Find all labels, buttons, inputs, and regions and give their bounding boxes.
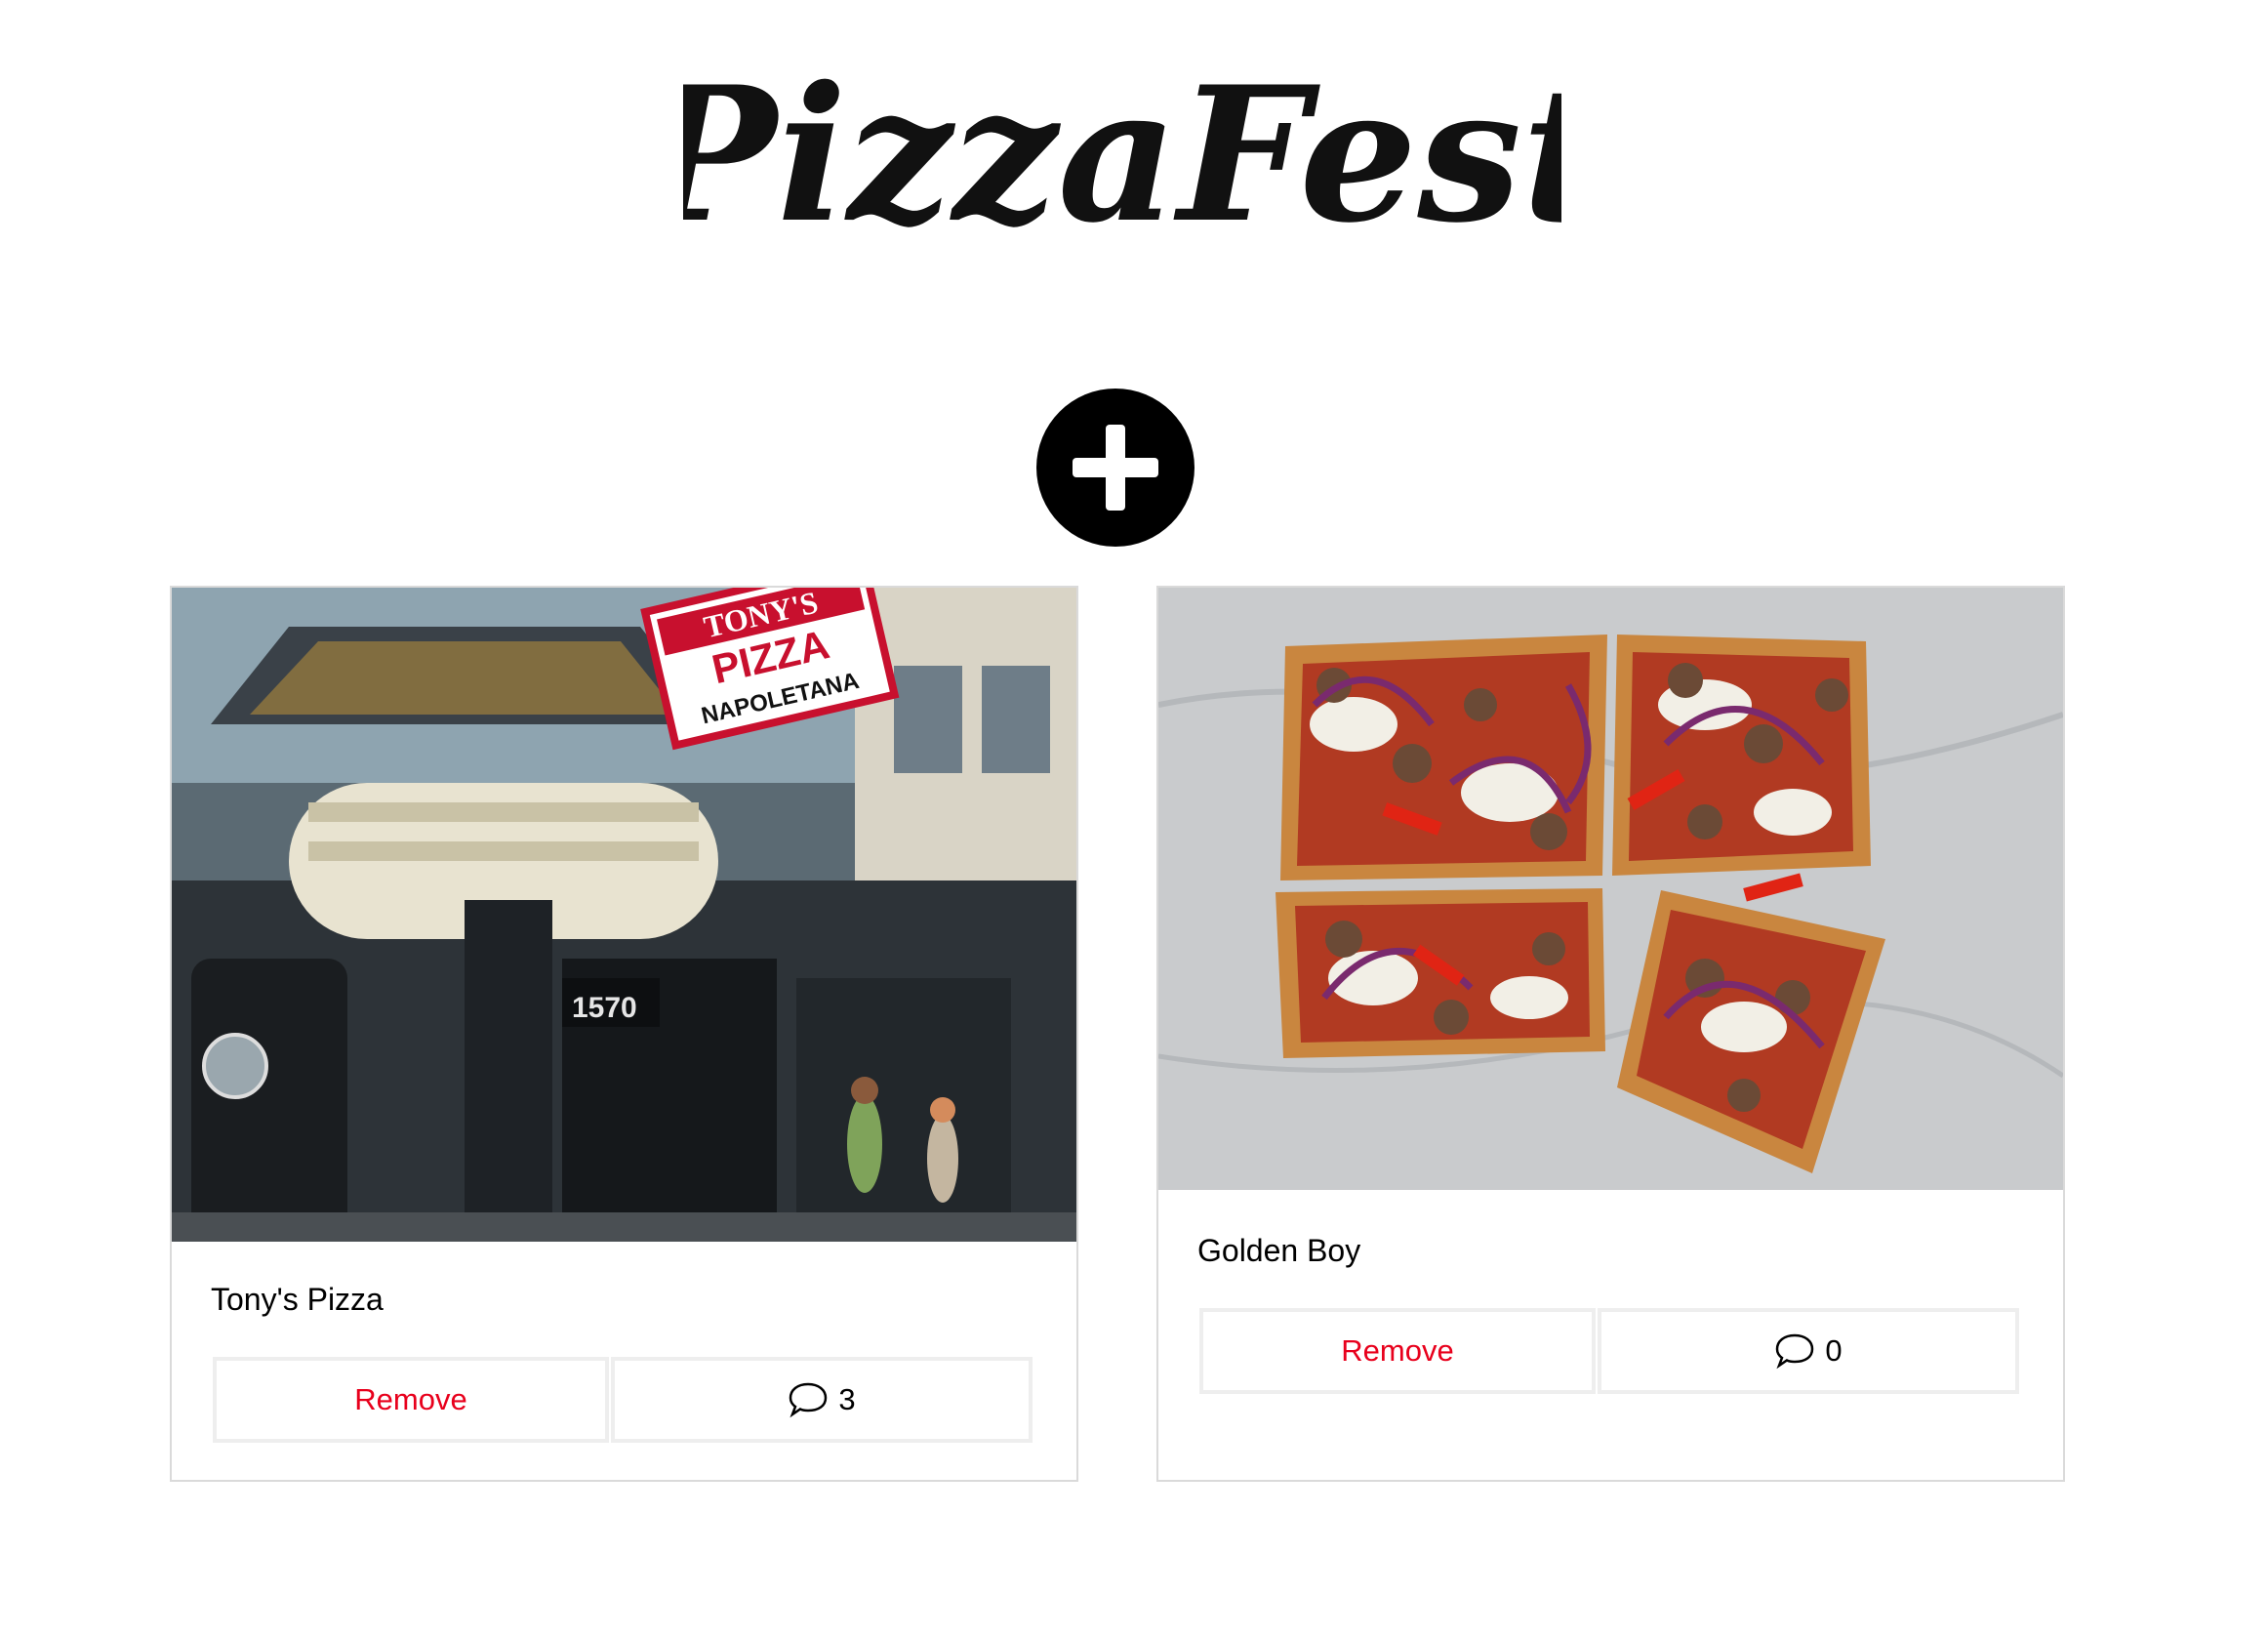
- remove-button[interactable]: Remove: [213, 1357, 609, 1443]
- remove-button[interactable]: Remove: [1199, 1308, 1596, 1394]
- card-actions: Remove 0: [1199, 1308, 2021, 1394]
- speech-bubble-icon: [788, 1380, 829, 1419]
- comments-button[interactable]: 0: [1598, 1308, 2019, 1394]
- pizzeria-card: 1570 TONY'S PIZZA NAPOLETANA Tony's Pizz…: [170, 586, 1078, 1482]
- pizzeria-name: Golden Boy: [1197, 1233, 1361, 1268]
- pizzeria-image: 1570 TONY'S PIZZA NAPOLETANA: [172, 588, 1076, 1242]
- pizzeria-name: Tony's Pizza: [211, 1282, 384, 1317]
- pizzeria-card: Golden Boy Remove 0: [1156, 586, 2065, 1482]
- comments-button[interactable]: 3: [611, 1357, 1033, 1443]
- speech-bubble-icon: [1774, 1331, 1815, 1371]
- logo-text: PizzaFest: [683, 46, 1561, 264]
- address-number: 1570: [572, 992, 637, 1024]
- app-logo: PizzaFest: [683, 39, 1561, 264]
- comment-count: 0: [1825, 1333, 1843, 1368]
- card-actions: Remove 3: [213, 1357, 1034, 1443]
- add-pizzeria-button[interactable]: [1036, 389, 1195, 547]
- pizzeria-image: [1158, 588, 2063, 1190]
- comment-count: 3: [838, 1382, 856, 1416]
